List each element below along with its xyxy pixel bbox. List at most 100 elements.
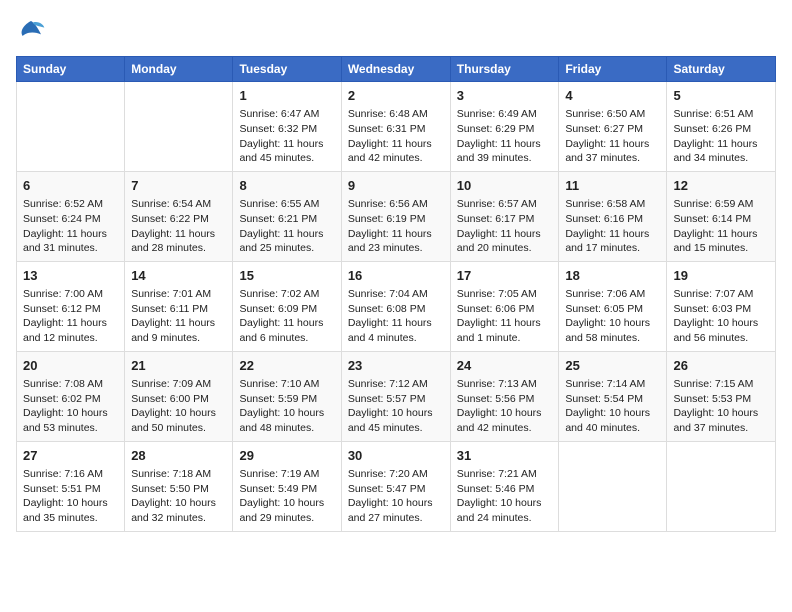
calendar-cell: 9Sunrise: 6:56 AM Sunset: 6:19 PM Daylig… [341,171,450,261]
day-info: Sunrise: 7:05 AM Sunset: 6:06 PM Dayligh… [457,287,553,346]
day-info: Sunrise: 7:02 AM Sunset: 6:09 PM Dayligh… [239,287,334,346]
calendar-week-row: 27 Sunrise: 7:16 AM Sunset: 5:51 PM Dayli… [17,441,776,531]
day-info: Sunrise: 7:20 AM Sunset: 5:47 PM Dayligh… [348,467,444,526]
day-info: Sunrise: 6:47 AM Sunset: 6:32 PM Dayligh… [239,107,334,166]
day-info: Sunrise: 7:14 AM Sunset: 5:54 PM Dayligh… [565,377,660,436]
weekday-header: Wednesday [341,57,450,82]
calendar-cell: 23 Sunrise: 7:12 AM Sunset: 5:57 PM Dayli… [341,351,450,441]
day-info: Sunrise: 6:59 AM Sunset: 6:14 PM Dayligh… [673,197,769,256]
calendar-cell: 11 Sunrise: 6:58 AM Sunset: 6:16 PM Dayli… [559,171,667,261]
day-number: 29 [239,447,334,465]
calendar-cell: 6 Sunrise: 6:52 AM Sunset: 6:24 PM Daylig… [17,171,125,261]
day-info: Sunrise: 7:10 AM Sunset: 5:59 PM Dayligh… [239,377,334,436]
day-number: 2 [348,87,444,105]
day-number: 27 [23,447,118,465]
logo [16,16,50,46]
weekday-header: Monday [125,57,233,82]
day-number: 6 [23,177,118,195]
page-header [16,16,776,46]
day-number: 16 [348,267,444,285]
logo-icon [16,16,46,46]
calendar-week-row: 20Sunrise: 7:08 AM Sunset: 6:02 PM Dayli… [17,351,776,441]
calendar-cell: 2Sunrise: 6:48 AM Sunset: 6:31 PM Daylig… [341,82,450,172]
calendar-cell: 4 Sunrise: 6:50 AM Sunset: 6:27 PM Daylig… [559,82,667,172]
day-info: Sunrise: 7:07 AM Sunset: 6:03 PM Dayligh… [673,287,769,346]
day-number: 7 [131,177,226,195]
day-number: 23 [348,357,444,375]
weekday-header-row: SundayMondayTuesdayWednesdayThursdayFrid… [17,57,776,82]
day-number: 3 [457,87,553,105]
day-info: Sunrise: 6:50 AM Sunset: 6:27 PM Dayligh… [565,107,660,166]
day-number: 18 [565,267,660,285]
calendar-cell: 26Sunrise: 7:15 AM Sunset: 5:53 PM Dayli… [667,351,776,441]
day-number: 30 [348,447,444,465]
day-info: Sunrise: 7:12 AM Sunset: 5:57 PM Dayligh… [348,377,444,436]
calendar-cell [17,82,125,172]
day-number: 10 [457,177,553,195]
day-number: 12 [673,177,769,195]
calendar-cell: 17 Sunrise: 7:05 AM Sunset: 6:06 PM Dayli… [450,261,559,351]
day-info: Sunrise: 7:18 AM Sunset: 5:50 PM Dayligh… [131,467,226,526]
day-number: 24 [457,357,553,375]
weekday-header: Saturday [667,57,776,82]
calendar-cell: 1 Sunrise: 6:47 AM Sunset: 6:32 PM Daylig… [233,82,341,172]
day-info: Sunrise: 7:04 AM Sunset: 6:08 PM Dayligh… [348,287,444,346]
calendar-cell: 18 Sunrise: 7:06 AM Sunset: 6:05 PM Dayli… [559,261,667,351]
calendar-cell [667,441,776,531]
day-number: 4 [565,87,660,105]
day-number: 19 [673,267,769,285]
weekday-header: Tuesday [233,57,341,82]
day-info: Sunrise: 6:57 AM Sunset: 6:17 PM Dayligh… [457,197,553,256]
day-info: Sunrise: 7:06 AM Sunset: 6:05 PM Dayligh… [565,287,660,346]
calendar-cell: 3Sunrise: 6:49 AM Sunset: 6:29 PM Daylig… [450,82,559,172]
day-number: 1 [239,87,334,105]
calendar-cell: 20Sunrise: 7:08 AM Sunset: 6:02 PM Dayli… [17,351,125,441]
day-info: Sunrise: 7:19 AM Sunset: 5:49 PM Dayligh… [239,467,334,526]
day-info: Sunrise: 6:55 AM Sunset: 6:21 PM Dayligh… [239,197,334,256]
calendar-cell: 31Sunrise: 7:21 AM Sunset: 5:46 PM Dayli… [450,441,559,531]
calendar-cell: 21 Sunrise: 7:09 AM Sunset: 6:00 PM Dayli… [125,351,233,441]
day-info: Sunrise: 7:13 AM Sunset: 5:56 PM Dayligh… [457,377,553,436]
calendar-cell: 10 Sunrise: 6:57 AM Sunset: 6:17 PM Dayli… [450,171,559,261]
day-number: 17 [457,267,553,285]
day-info: Sunrise: 6:52 AM Sunset: 6:24 PM Dayligh… [23,197,118,256]
day-number: 28 [131,447,226,465]
calendar-cell: 30 Sunrise: 7:20 AM Sunset: 5:47 PM Dayli… [341,441,450,531]
day-info: Sunrise: 6:51 AM Sunset: 6:26 PM Dayligh… [673,107,769,166]
day-number: 11 [565,177,660,195]
calendar-cell: 25 Sunrise: 7:14 AM Sunset: 5:54 PM Dayli… [559,351,667,441]
day-info: Sunrise: 7:00 AM Sunset: 6:12 PM Dayligh… [23,287,118,346]
day-number: 14 [131,267,226,285]
day-number: 22 [239,357,334,375]
calendar-cell: 15 Sunrise: 7:02 AM Sunset: 6:09 PM Dayli… [233,261,341,351]
calendar-cell: 13 Sunrise: 7:00 AM Sunset: 6:12 PM Dayli… [17,261,125,351]
day-number: 13 [23,267,118,285]
calendar-week-row: 13 Sunrise: 7:00 AM Sunset: 6:12 PM Dayli… [17,261,776,351]
day-number: 8 [239,177,334,195]
calendar-cell: 24 Sunrise: 7:13 AM Sunset: 5:56 PM Dayli… [450,351,559,441]
calendar-cell: 27 Sunrise: 7:16 AM Sunset: 5:51 PM Dayli… [17,441,125,531]
day-info: Sunrise: 6:54 AM Sunset: 6:22 PM Dayligh… [131,197,226,256]
calendar-cell: 28 Sunrise: 7:18 AM Sunset: 5:50 PM Dayli… [125,441,233,531]
day-number: 15 [239,267,334,285]
day-info: Sunrise: 7:15 AM Sunset: 5:53 PM Dayligh… [673,377,769,436]
calendar-cell: 19 Sunrise: 7:07 AM Sunset: 6:03 PM Dayli… [667,261,776,351]
day-info: Sunrise: 7:09 AM Sunset: 6:00 PM Dayligh… [131,377,226,436]
calendar-cell: 8 Sunrise: 6:55 AM Sunset: 6:21 PM Daylig… [233,171,341,261]
day-number: 25 [565,357,660,375]
calendar-week-row: 1 Sunrise: 6:47 AM Sunset: 6:32 PM Daylig… [17,82,776,172]
day-info: Sunrise: 7:16 AM Sunset: 5:51 PM Dayligh… [23,467,118,526]
day-info: Sunrise: 7:21 AM Sunset: 5:46 PM Dayligh… [457,467,553,526]
day-number: 5 [673,87,769,105]
calendar-cell: 16 Sunrise: 7:04 AM Sunset: 6:08 PM Dayli… [341,261,450,351]
day-info: Sunrise: 6:58 AM Sunset: 6:16 PM Dayligh… [565,197,660,256]
day-info: Sunrise: 7:01 AM Sunset: 6:11 PM Dayligh… [131,287,226,346]
calendar-cell: 22 Sunrise: 7:10 AM Sunset: 5:59 PM Dayli… [233,351,341,441]
day-info: Sunrise: 6:56 AM Sunset: 6:19 PM Dayligh… [348,197,444,256]
weekday-header: Thursday [450,57,559,82]
day-number: 21 [131,357,226,375]
calendar-cell: 12 Sunrise: 6:59 AM Sunset: 6:14 PM Dayli… [667,171,776,261]
calendar-week-row: 6 Sunrise: 6:52 AM Sunset: 6:24 PM Daylig… [17,171,776,261]
calendar-cell: 5 Sunrise: 6:51 AM Sunset: 6:26 PM Daylig… [667,82,776,172]
weekday-header: Sunday [17,57,125,82]
